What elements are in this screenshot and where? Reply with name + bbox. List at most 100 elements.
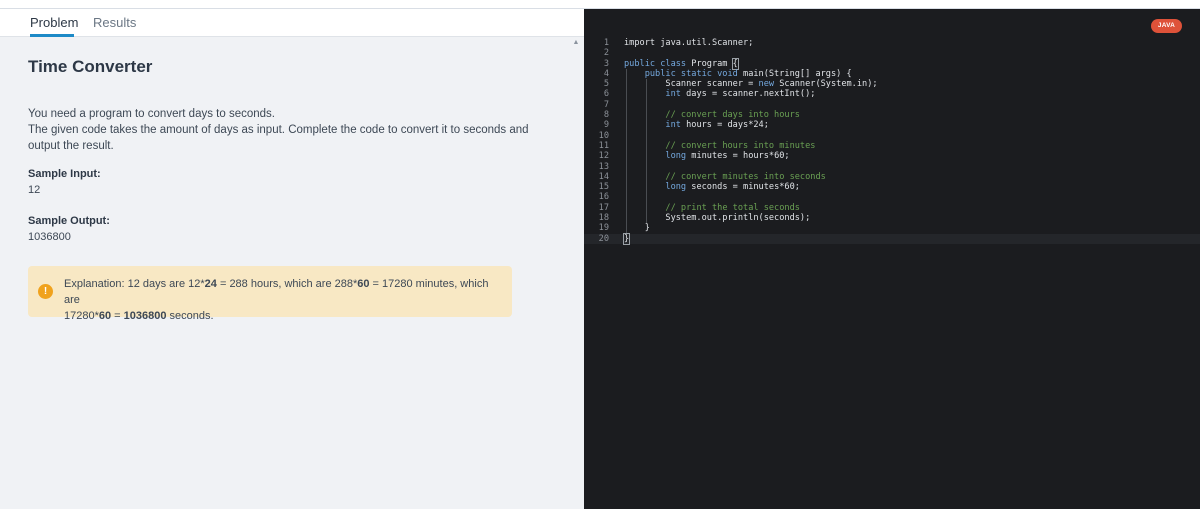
code-token: minutes = hours*60; (691, 151, 790, 162)
line-number: 12 (598, 151, 609, 162)
indent-guide (646, 99, 647, 111)
code-keyword: int (665, 120, 687, 131)
code-text: import java.util.Scanner; (624, 38, 753, 48)
line-number: 10 (598, 130, 609, 141)
code-token: } (624, 223, 650, 234)
code-line[interactable]: 4 public static void main(String[] args)… (584, 68, 1200, 80)
line-number: 15 (598, 182, 609, 193)
code-line[interactable]: 1 import java.util.Scanner; (584, 38, 1200, 48)
code-token: Scanner(System.in); (779, 79, 878, 90)
code-token: Scanner scanner = (624, 79, 759, 90)
sample-output-value: 1036800 (28, 231, 71, 243)
problem-description: You need a program to convert days to se… (28, 106, 529, 154)
code-token: Program (691, 58, 733, 69)
indent-guide (626, 130, 627, 141)
indent-guide (646, 192, 647, 203)
code-line[interactable]: 19 } (584, 223, 1200, 234)
explanation-part: Explanation: 12 days are 12* (64, 278, 205, 290)
code-editor[interactable]: JAVA 1 import java.util.Scanner; 2 3 public … (584, 9, 1200, 509)
tab-problem-label: Problem (30, 15, 79, 30)
code-token: import java.util.Scanner; (624, 38, 754, 48)
explanation-bold: 1036800 (123, 310, 167, 322)
code-line[interactable]: 2 (584, 48, 1200, 58)
line-number: 6 (603, 89, 609, 100)
code-line[interactable]: 7 (584, 99, 1200, 111)
problem-title: Time Converter (28, 57, 153, 76)
line-number: 5 (603, 79, 609, 90)
code-line[interactable]: 10 (584, 130, 1200, 141)
line-number: 20 (598, 233, 609, 244)
code-line[interactable]: 12 long minutes = hours*60; (584, 151, 1200, 162)
code-token: seconds = minutes*60; (691, 182, 800, 193)
code-line[interactable]: 3 public class Program { (584, 57, 1200, 70)
line-number: 9 (603, 120, 609, 131)
explanation-bold: 60 (98, 310, 112, 322)
code-line[interactable]: 16 (584, 192, 1200, 203)
code-line[interactable]: 9 int hours = days*24; (584, 120, 1200, 131)
explanation-part: = 288 hours, which are 288* (216, 278, 358, 290)
line-number: 1 (603, 38, 609, 48)
indent-guide (626, 99, 627, 111)
code-area[interactable]: 1 import java.util.Scanner; 2 3 public class… (584, 38, 1200, 245)
code-line[interactable]: 8 // convert days into hours (584, 110, 1200, 121)
scroll-up-arrow-icon[interactable]: ▲ (572, 39, 580, 47)
indent-guide (626, 161, 627, 172)
code-text: long seconds = minutes*60; (624, 182, 800, 192)
code-text: int days = scanner.nextInt(); (624, 89, 815, 99)
code-line[interactable]: 11 // convert hours into minutes (584, 140, 1200, 152)
code-comment: // print the total seconds (665, 202, 800, 213)
code-line[interactable]: 6 int days = scanner.nextInt(); (584, 89, 1200, 100)
indent-guide (646, 130, 647, 141)
description-line: output the result. (28, 140, 114, 152)
code-token: main(String[] args) { (743, 68, 852, 79)
tab-problem[interactable]: Problem (30, 15, 78, 37)
sample-output-label: Sample Output: (28, 215, 110, 227)
line-number: 3 (603, 58, 609, 69)
code-text: // convert hours into minutes (624, 141, 815, 151)
explanation-box: ! Explanation: 12 days are 12*24 = 288 h… (28, 266, 512, 322)
indent-guide (626, 192, 627, 203)
code-text: int hours = days*24; (624, 120, 769, 130)
code-line[interactable]: 5 Scanner scanner = new Scanner(System.i… (584, 79, 1200, 90)
indent-guide (646, 161, 647, 172)
code-text: } (624, 223, 650, 233)
sample-input-label: Sample Input: (28, 168, 101, 180)
tab-results[interactable]: Results (93, 15, 136, 37)
problem-pane: Problem Results ▲ Time Converter You nee… (0, 9, 584, 509)
tab-results-label: Results (93, 15, 137, 30)
code-line[interactable]: 14 // convert minutes into seconds (584, 171, 1200, 183)
code-keyword: public static void (644, 68, 744, 79)
language-badge[interactable]: JAVA (1151, 19, 1182, 33)
code-token: } (622, 232, 631, 245)
code-line[interactable]: 13 (584, 161, 1200, 172)
code-text: System.out.println(seconds); (624, 213, 810, 223)
code-token: { (731, 57, 739, 70)
code-text: // print the total seconds (624, 203, 800, 213)
code-keyword: long (665, 182, 692, 193)
code-text: long minutes = hours*60; (624, 151, 790, 162)
code-line[interactable]: 18 System.out.println(seconds); (584, 213, 1200, 224)
code-token: hours = days*24; (686, 120, 769, 131)
line-number: 18 (598, 213, 609, 224)
code-comment: // convert days into hours (665, 110, 800, 121)
code-line[interactable]: 15 long seconds = minutes*60; (584, 182, 1200, 193)
line-number: 2 (603, 48, 609, 59)
code-line[interactable]: 20} (584, 232, 1200, 245)
code-keyword: long (665, 151, 692, 162)
line-number: 11 (598, 140, 609, 151)
code-keyword: public class (624, 58, 692, 69)
code-text: // convert minutes into seconds (624, 172, 825, 182)
code-keyword: int (665, 89, 687, 100)
code-line[interactable]: 17 // print the total seconds (584, 202, 1200, 214)
code-keyword: new (758, 79, 780, 90)
code-token: System.out.println(seconds); (624, 213, 811, 224)
description-line: The given code takes the amount of days … (28, 124, 529, 136)
line-number: 19 (598, 223, 609, 234)
